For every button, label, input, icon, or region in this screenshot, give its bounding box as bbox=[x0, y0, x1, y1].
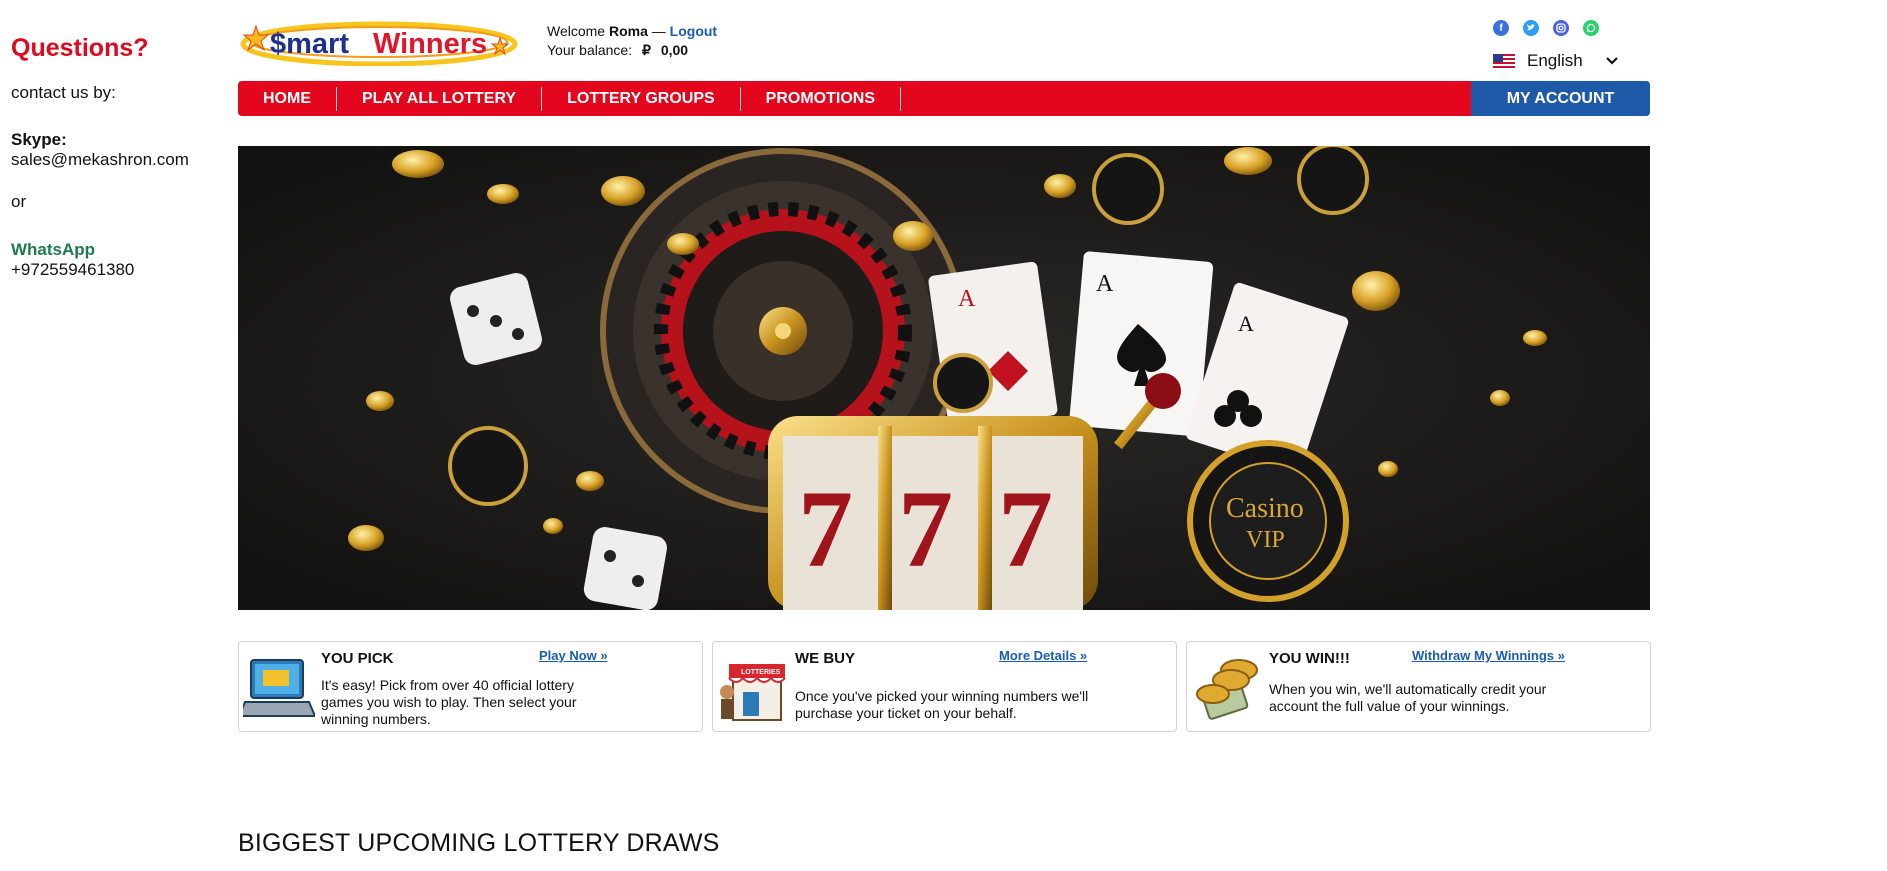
laptop-lottery-icon bbox=[243, 659, 315, 717]
main-nav: HOME PLAY ALL LOTTERY LOTTERY GROUPS PRO… bbox=[238, 81, 1650, 116]
casino-chip: Casino VIP bbox=[1187, 440, 1349, 602]
svg-text:A: A bbox=[1096, 271, 1114, 297]
play-now-link[interactable]: Play Now » bbox=[539, 648, 608, 663]
whatsapp-icon[interactable] bbox=[1583, 20, 1599, 36]
whatsapp-number[interactable]: +972559461380 bbox=[11, 260, 226, 280]
casino-banner-image: A A A 7 7 7 Casino VIP bbox=[238, 146, 1650, 610]
feature-you-win: YOU WIN!!! Withdraw My Winnings » When y… bbox=[1186, 641, 1651, 732]
feature-title: YOU WIN!!! bbox=[1269, 650, 1350, 667]
feature-title: YOU PICK bbox=[321, 650, 394, 667]
svg-text:VIP: VIP bbox=[1246, 527, 1285, 553]
instagram-icon[interactable] bbox=[1553, 20, 1569, 36]
twitter-icon[interactable] bbox=[1523, 20, 1539, 36]
or-separator: or bbox=[11, 192, 27, 211]
hero-banner: A A A 7 7 7 Casino VIP bbox=[238, 146, 1650, 610]
feature-title: WE BUY bbox=[795, 650, 855, 667]
welcome-label: Welcome bbox=[547, 23, 606, 39]
svg-text:7: 7 bbox=[798, 468, 853, 590]
withdraw-winnings-link[interactable]: Withdraw My Winnings » bbox=[1412, 648, 1565, 663]
dash-separator: — bbox=[651, 23, 666, 39]
svg-text:A: A bbox=[1238, 311, 1254, 336]
svg-text:7: 7 bbox=[998, 468, 1053, 590]
smartwinners-logo[interactable]: $mart Winners bbox=[238, 14, 520, 66]
feature-description: It's easy! Pick from over 40 official lo… bbox=[321, 677, 577, 727]
facebook-icon[interactable]: f bbox=[1493, 20, 1509, 36]
social-links: f bbox=[1493, 20, 1599, 36]
svg-text:LOTTERIES: LOTTERIES bbox=[741, 669, 781, 676]
lottery-shop-icon: LOTTERIES bbox=[720, 664, 786, 721]
svg-text:A: A bbox=[958, 286, 976, 312]
nav-home[interactable]: HOME bbox=[238, 86, 337, 111]
svg-text:7: 7 bbox=[898, 468, 953, 590]
page: Questions? contact us by: Skype: sales@m… bbox=[0, 0, 1887, 871]
questions-heading: Questions? bbox=[11, 34, 149, 62]
contact-intro: contact us by: bbox=[11, 83, 116, 102]
my-account-button[interactable]: MY ACCOUNT bbox=[1471, 81, 1650, 116]
more-details-link[interactable]: More Details » bbox=[999, 648, 1087, 663]
section-title: BIGGEST UPCOMING LOTTERY DRAWS bbox=[238, 829, 720, 857]
logo-text-suffix: Winners bbox=[373, 28, 487, 60]
language-label: English bbox=[1527, 51, 1583, 70]
user-info: Welcome Roma — Logout Your balance: ₽ 0,… bbox=[547, 22, 717, 60]
feature-description: Once you've picked your winning numbers … bbox=[795, 688, 1089, 721]
contact-panel: Questions? contact us by: Skype: sales@m… bbox=[11, 34, 226, 280]
us-flag-icon bbox=[1493, 53, 1515, 69]
logout-link[interactable]: Logout bbox=[670, 23, 717, 39]
nav-lottery-groups[interactable]: LOTTERY GROUPS bbox=[542, 86, 741, 111]
skype-address[interactable]: sales@mekashron.com bbox=[11, 150, 226, 170]
feature-we-buy: LOTTERIES WE BUY More Details » Once you… bbox=[712, 641, 1177, 732]
feature-you-pick: YOU PICK Play Now » It's easy! Pick from… bbox=[238, 641, 703, 732]
whatsapp-label[interactable]: WhatsApp bbox=[11, 240, 226, 260]
nav-play-all-lottery[interactable]: PLAY ALL LOTTERY bbox=[337, 86, 543, 111]
logo-text-prefix: $mart bbox=[270, 28, 349, 60]
balance-value: 0,00 bbox=[660, 42, 689, 58]
skype-label: Skype: bbox=[11, 130, 67, 149]
currency-symbol: ₽ bbox=[642, 42, 651, 58]
nav-promotions[interactable]: PROMOTIONS bbox=[741, 86, 902, 111]
coins-money-icon bbox=[1196, 659, 1258, 720]
language-selector[interactable]: English bbox=[1493, 51, 1619, 71]
chevron-down-icon bbox=[1605, 57, 1618, 65]
user-name: Roma bbox=[608, 23, 648, 39]
feature-description: When you win, we'll automatically credit… bbox=[1269, 681, 1547, 714]
balance-label: Your balance: bbox=[547, 42, 633, 58]
svg-text:Casino: Casino bbox=[1226, 493, 1304, 524]
